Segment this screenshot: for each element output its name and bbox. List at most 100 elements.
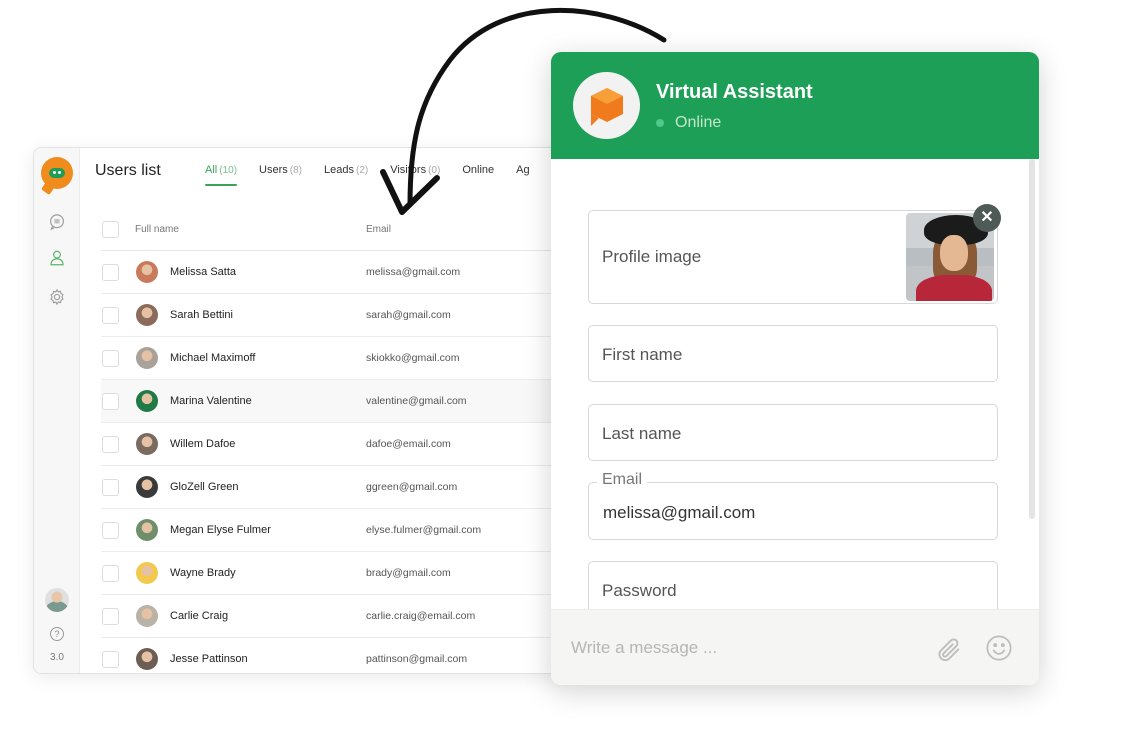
user-name: Carlie Craig bbox=[170, 610, 229, 622]
chat-scrollbar[interactable] bbox=[1029, 159, 1035, 519]
user-email: ggreen@gmail.com bbox=[366, 481, 458, 493]
users-table: Full name Email Melissa Satta melissa@gma… bbox=[101, 209, 572, 673]
row-checkbox[interactable] bbox=[102, 306, 119, 324]
tab-label: Users bbox=[259, 164, 288, 176]
tab-count: (10) bbox=[219, 165, 238, 176]
tab-visitors[interactable]: Visitors (0) bbox=[390, 164, 440, 186]
users-main: Users list All (10) Users (8) Leads (2) Visito… bbox=[81, 148, 572, 673]
avatar bbox=[136, 476, 158, 498]
user-name: Willem Dafoe bbox=[170, 438, 236, 450]
message-input[interactable] bbox=[571, 638, 901, 658]
user-email: carlie.craig@email.com bbox=[366, 610, 476, 622]
user-email: elyse.fulmer@gmail.com bbox=[366, 524, 482, 536]
app-logo-icon[interactable] bbox=[41, 157, 73, 189]
user-name: Jesse Pattinson bbox=[170, 653, 248, 665]
row-checkbox[interactable] bbox=[102, 650, 119, 668]
table-row[interactable]: GloZell Green ggreen@gmail.com bbox=[101, 466, 572, 509]
status-dot-icon bbox=[656, 119, 664, 127]
user-email: sarah@gmail.com bbox=[366, 309, 451, 321]
avatar bbox=[136, 433, 158, 455]
status-label: Online bbox=[675, 114, 722, 131]
tab-label: Leads bbox=[324, 164, 354, 176]
chat-status: Online bbox=[656, 114, 721, 132]
table-row[interactable]: Michael Maximoff skiokko@gmail.com bbox=[101, 337, 572, 380]
avatar bbox=[136, 519, 158, 541]
row-checkbox[interactable] bbox=[102, 564, 119, 582]
user-name-cell: GloZell Green bbox=[136, 476, 238, 498]
table-row[interactable]: Melissa Satta melissa@gmail.com bbox=[101, 251, 572, 294]
tab-online[interactable]: Online bbox=[462, 164, 494, 186]
profile-image-label: Profile image bbox=[602, 247, 702, 266]
email-field[interactable]: Email melissa@gmail.com bbox=[588, 471, 998, 540]
user-email: melissa@gmail.com bbox=[366, 266, 461, 278]
side-rail: ? 3.0 bbox=[34, 148, 80, 673]
chat-icon[interactable] bbox=[48, 213, 66, 231]
user-name-cell: Carlie Craig bbox=[136, 605, 228, 627]
chat-title: Virtual Assistant bbox=[656, 81, 813, 103]
table-row[interactable]: Megan Elyse Fulmer elyse.fulmer@gmail.com bbox=[101, 509, 572, 552]
column-header-name[interactable]: Full name bbox=[135, 224, 179, 235]
row-checkbox[interactable] bbox=[102, 435, 119, 453]
user-name: Marina Valentine bbox=[170, 395, 252, 407]
tab-count: (8) bbox=[289, 165, 302, 176]
tab-leads[interactable]: Leads (2) bbox=[324, 164, 368, 186]
row-checkbox[interactable] bbox=[102, 392, 119, 410]
password-field[interactable]: Password bbox=[588, 561, 998, 609]
user-name-cell: Jesse Pattinson bbox=[136, 648, 248, 670]
last-name-field[interactable]: Last name bbox=[588, 404, 998, 461]
tab-all[interactable]: All (10) bbox=[205, 164, 238, 186]
row-checkbox[interactable] bbox=[102, 349, 119, 367]
current-user-avatar[interactable] bbox=[45, 588, 69, 612]
tab-label: Online bbox=[462, 164, 495, 176]
user-name: Megan Elyse Fulmer bbox=[170, 524, 271, 536]
app-version: 3.0 bbox=[50, 652, 64, 663]
tab-count: (2) bbox=[355, 165, 369, 176]
remove-photo-button[interactable]: ✕ bbox=[973, 204, 1001, 232]
tab-label: All bbox=[205, 164, 218, 176]
user-name: Wayne Brady bbox=[170, 567, 236, 579]
page-title: Users list bbox=[95, 162, 161, 179]
row-checkbox[interactable] bbox=[102, 478, 119, 496]
help-icon[interactable]: ? bbox=[50, 627, 64, 641]
tab-users[interactable]: Users (8) bbox=[259, 164, 302, 186]
user-name-cell: Marina Valentine bbox=[136, 390, 252, 412]
emoji-icon[interactable] bbox=[985, 634, 1013, 662]
chat-body: Profile image ✕ First name Last name Ema… bbox=[551, 159, 1039, 609]
table-row[interactable]: Wayne Brady brady@gmail.com bbox=[101, 552, 572, 595]
user-icon[interactable] bbox=[48, 249, 66, 267]
user-email: pattinson@gmail.com bbox=[366, 653, 468, 665]
user-name-cell: Wayne Brady bbox=[136, 562, 236, 584]
table-row[interactable]: Carlie Craig carlie.craig@email.com bbox=[101, 595, 572, 638]
profile-image-field[interactable]: Profile image bbox=[588, 210, 998, 304]
chat-footer bbox=[551, 609, 1039, 685]
row-checkbox[interactable] bbox=[102, 607, 119, 625]
tab-label: Ag bbox=[516, 164, 530, 176]
avatar bbox=[136, 347, 158, 369]
email-value: melissa@gmail.com bbox=[603, 503, 756, 522]
select-all-checkbox[interactable] bbox=[102, 221, 119, 238]
table-row[interactable]: Willem Dafoe dafoe@email.com bbox=[101, 423, 572, 466]
bot-cube-icon bbox=[591, 88, 623, 126]
table-row[interactable]: Sarah Bettini sarah@gmail.com bbox=[101, 294, 572, 337]
gear-icon[interactable] bbox=[48, 288, 66, 306]
row-checkbox[interactable] bbox=[102, 263, 119, 281]
column-header-email[interactable]: Email bbox=[366, 224, 391, 235]
tab-ag[interactable]: Ag bbox=[516, 164, 529, 186]
avatar bbox=[136, 562, 158, 584]
user-name-cell: Sarah Bettini bbox=[136, 304, 233, 326]
last-name-placeholder: Last name bbox=[602, 424, 682, 443]
user-name-cell: Megan Elyse Fulmer bbox=[136, 519, 271, 541]
user-name: Michael Maximoff bbox=[170, 352, 256, 364]
row-checkbox[interactable] bbox=[102, 521, 119, 539]
user-email: brady@gmail.com bbox=[366, 567, 451, 579]
avatar bbox=[136, 304, 158, 326]
table-row[interactable]: Jesse Pattinson pattinson@gmail.com bbox=[101, 638, 572, 673]
user-email: dafoe@email.com bbox=[366, 438, 451, 450]
user-name-cell: Melissa Satta bbox=[136, 261, 236, 283]
attachment-icon[interactable] bbox=[935, 636, 963, 664]
table-row[interactable]: Marina Valentine valentine@gmail.com bbox=[101, 380, 572, 423]
first-name-placeholder: First name bbox=[602, 345, 683, 364]
first-name-field[interactable]: First name bbox=[588, 325, 998, 382]
avatar bbox=[136, 648, 158, 670]
chat-widget: Virtual Assistant Online Profile image ✕… bbox=[551, 52, 1039, 685]
